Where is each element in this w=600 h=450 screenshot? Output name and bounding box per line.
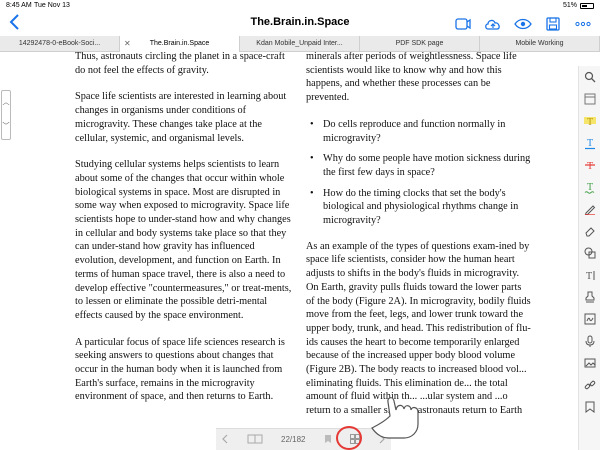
shape-icon [584,247,596,259]
squiggly-icon: T [584,182,595,194]
reader-button[interactable] [452,15,474,33]
hand-pointer-icon [371,397,419,439]
battery-icon [580,2,594,9]
tab-label: 14292478-0-eBook-Soci... [18,40,101,47]
cloud-upload-button[interactable] [482,15,504,33]
list-item: Do cells reproduce and function normally… [306,118,532,145]
tab-label: Mobile Working [515,40,564,47]
paragraph: A particular focus of space life science… [75,336,285,403]
search-icon [584,71,596,83]
paragraph: Thus, astronauts circling the planet in … [75,52,285,76]
text-box-icon: T [586,271,595,281]
paragraph: minerals after periods of weightlessness… [306,52,517,104]
link-tool[interactable] [579,376,600,394]
link-icon [584,380,596,390]
tab-kdan-mobile[interactable]: Kdan Mobile_Unpaid Inter... [240,36,360,52]
page-indicator[interactable]: 22/182 [281,435,305,444]
eraser-tool[interactable] [579,222,600,240]
right-column: minerals after periods of weightlessness… [306,52,532,431]
page-layout-button[interactable] [247,434,263,446]
microphone-icon [585,335,595,347]
pen-tool[interactable] [579,200,600,218]
search-button[interactable] [579,68,600,86]
chevron-left-icon [222,434,228,443]
image-tool[interactable] [579,354,600,372]
view-button[interactable] [512,15,534,33]
page-layout-icon [247,434,262,443]
eraser-icon [585,227,595,237]
thumbnails-icon [584,93,596,105]
strikeout-tool[interactable]: T [579,156,600,174]
paragraph: Studying cellular systems helps scientis… [75,159,292,321]
bottom-toolbar: 22/182 [216,428,391,450]
cloud-upload-icon [485,19,500,30]
tab-bar: 14292478-0-eBook-Soci... ✕ The.Brain.in.… [0,36,600,52]
underline-icon: T [585,138,595,149]
previous-page-button[interactable] [222,434,228,446]
annotation-toolbar: T T T T T [578,66,600,450]
underline-tool[interactable]: T [579,134,600,152]
battery-indicator: 51% [563,2,594,9]
tab-ebook[interactable]: 14292478-0-eBook-Soci... [0,36,120,52]
microphone-tool[interactable] [579,332,600,350]
list-item: Why do some people have motion sickness … [306,152,532,179]
stamp-icon [585,291,595,303]
more-button[interactable] [572,15,594,33]
reader-icon [455,18,471,30]
status-time: 8:45 AM [6,2,32,9]
view-icon [514,18,532,30]
tab-label: Kdan Mobile_Unpaid Inter... [256,40,343,47]
list-item: How do the timing clocks that set the bo… [306,187,532,228]
strikeout-icon: T [585,161,595,171]
text-box-tool[interactable]: T [579,266,600,284]
signature-tool[interactable] [579,310,600,328]
navigation-bar: The.Brain.in.Space [0,12,600,36]
thumbnails-button[interactable] [579,90,600,108]
save-button[interactable] [542,15,564,33]
svg-text:T: T [586,271,592,281]
paragraph: Space life scientists are interested in … [75,91,287,144]
page-scroll-control[interactable]: ︿ ﹀ [1,90,11,140]
tab-label: PDF SDK page [395,40,444,47]
battery-percent: 51% [562,2,577,9]
nav-actions [452,15,594,33]
svg-text:T: T [587,117,593,127]
left-column: Thus, astronauts circling the planet in … [75,52,295,417]
tab-pdf-sdk[interactable]: PDF SDK page [360,36,480,52]
pen-icon [584,205,596,215]
bookmark-icon [585,401,595,413]
highlight-icon: T [584,117,596,127]
signature-icon [584,313,596,325]
stamp-tool[interactable] [579,288,600,306]
chevron-down-icon[interactable]: ﹀ [2,115,10,139]
save-icon [546,17,560,31]
status-bar: 8:45 AM Tue Nov 13 51% [0,0,600,12]
highlight-tool[interactable]: T [579,112,600,130]
tab-label: The.Brain.in.Space [149,40,210,47]
pdf-page[interactable]: Thus, astronauts circling the planet in … [0,52,578,450]
bookmark-tool[interactable] [579,398,600,416]
bookmark-icon [324,434,331,443]
chevron-up-icon[interactable]: ︿ [2,91,10,115]
svg-text:T: T [587,138,593,149]
tab-mobile-working[interactable]: Mobile Working [480,36,600,52]
question-list: Do cells reproduce and function normally… [306,118,532,228]
more-icon [575,21,591,27]
image-icon [584,358,596,368]
tab-brain-in-space[interactable]: ✕ The.Brain.in.Space [120,36,240,52]
svg-text:T: T [587,161,593,171]
status-date: Tue Nov 13 [34,2,70,9]
squiggly-tool[interactable]: T [579,178,600,196]
tap-highlight-circle [336,426,362,450]
close-tab-icon[interactable]: ✕ [124,36,131,52]
shape-tool[interactable] [579,244,600,262]
bookmark-page-button[interactable] [324,434,332,446]
